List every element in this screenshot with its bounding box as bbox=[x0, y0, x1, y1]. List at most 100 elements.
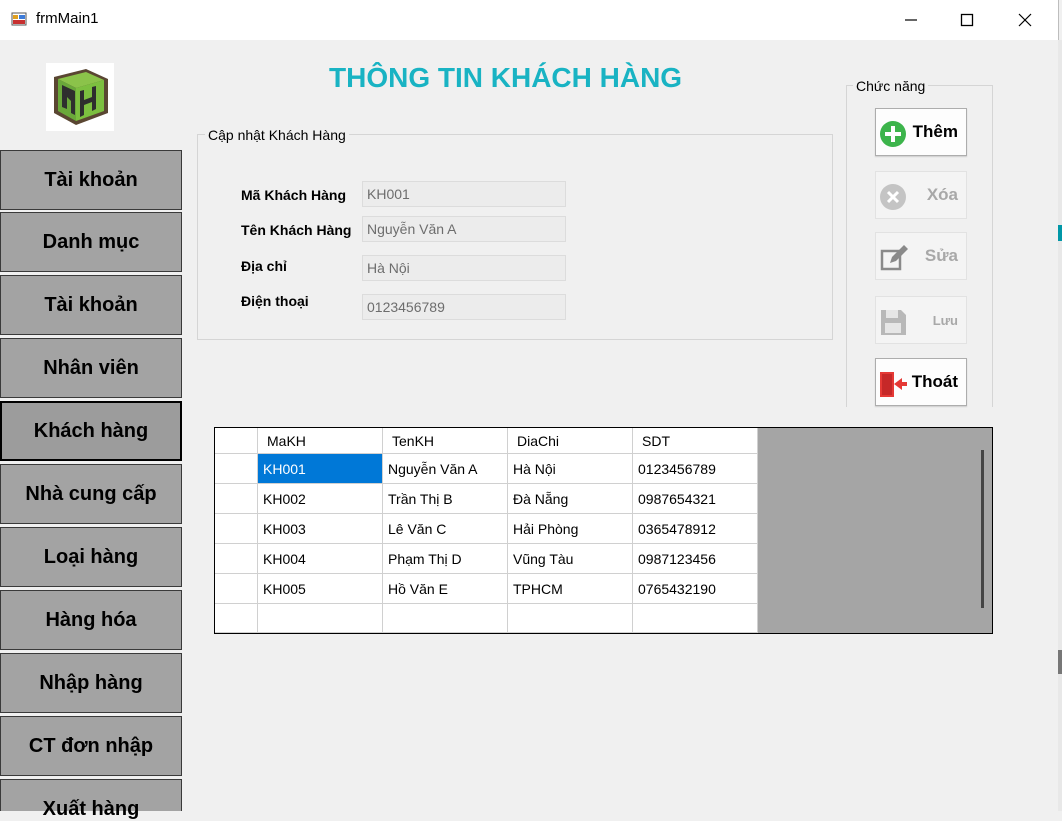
table-row[interactable]: KH001 Nguyễn Văn A Hà Nội 0123456789 bbox=[215, 454, 758, 484]
sidebar-item-tai-khoan[interactable]: Tài khoản bbox=[0, 150, 182, 210]
table-cell[interactable]: Lê Văn C bbox=[383, 514, 508, 544]
customer-name-label: Tên Khách Hàng bbox=[241, 222, 352, 238]
row-header[interactable] bbox=[215, 484, 258, 514]
row-header[interactable] bbox=[215, 544, 258, 574]
column-header-tenkh[interactable]: TenKH bbox=[383, 428, 508, 454]
exit-door-icon bbox=[880, 372, 907, 397]
delete-button[interactable]: Xóa bbox=[875, 171, 967, 219]
edit-icon bbox=[880, 245, 908, 271]
customer-name-field[interactable]: Nguyễn Văn A bbox=[362, 216, 566, 242]
plus-circle-icon bbox=[880, 121, 906, 147]
sidebar-item-label: Tài khoản bbox=[44, 168, 138, 191]
title-bar: frmMain1 bbox=[0, 0, 1059, 40]
address-label: Địa chỉ bbox=[241, 258, 287, 274]
sidebar-item-xuat-hang[interactable]: Xuất hàng bbox=[0, 779, 182, 820]
edit-button[interactable]: Sửa bbox=[875, 232, 967, 280]
logo bbox=[46, 63, 114, 131]
exit-button[interactable]: Thoát bbox=[875, 358, 967, 406]
table-cell[interactable] bbox=[508, 604, 633, 633]
sidebar-item-label: Danh mục bbox=[42, 230, 140, 253]
table-cell[interactable]: Hải Phòng bbox=[508, 514, 633, 544]
row-header[interactable] bbox=[215, 454, 258, 484]
column-header-diachi[interactable]: DiaChi bbox=[508, 428, 633, 454]
column-header-sdt[interactable]: SDT bbox=[633, 428, 758, 454]
logo-icon bbox=[54, 69, 108, 125]
table-cell[interactable]: Hà Nội bbox=[508, 454, 633, 484]
table-cell-selected[interactable]: KH001 bbox=[258, 454, 383, 484]
table-cell[interactable] bbox=[633, 604, 758, 633]
table-cell[interactable]: Đà Nẵng bbox=[508, 484, 633, 514]
table-row[interactable]: KH005 Hồ Văn E TPHCM 0765432190 bbox=[215, 574, 758, 604]
customer-id-label: Mã Khách Hàng bbox=[241, 187, 347, 203]
table-cell[interactable]: Phạm Thị D bbox=[383, 544, 508, 574]
sidebar-item-label: Hàng hóa bbox=[45, 608, 137, 631]
row-header-corner[interactable] bbox=[215, 428, 258, 454]
table-cell[interactable]: Trần Thị B bbox=[383, 484, 508, 514]
phone-field[interactable]: 0123456789 bbox=[362, 294, 566, 320]
sidebar-item-khach-hang[interactable]: Khách hàng bbox=[0, 401, 182, 461]
sidebar-item-label: Nhân viên bbox=[43, 356, 139, 379]
row-header[interactable] bbox=[215, 604, 258, 633]
table-cell[interactable] bbox=[383, 604, 508, 633]
table-cell[interactable]: 0987654321 bbox=[633, 484, 758, 514]
sidebar-item-label: Loại hàng bbox=[43, 545, 139, 568]
x-circle-icon bbox=[880, 184, 906, 210]
sidebar-item-nha-cung-cap[interactable]: Nhà cung cấp bbox=[0, 464, 182, 524]
background-window-mark bbox=[1058, 225, 1062, 241]
table-cell[interactable]: 0987123456 bbox=[633, 544, 758, 574]
page-title: THÔNG TIN KHÁCH HÀNG bbox=[329, 62, 683, 93]
sidebar-item-label: Tài khoản bbox=[44, 293, 138, 316]
table-cell[interactable]: TPHCM bbox=[508, 574, 633, 604]
customer-id-field[interactable]: KH001 bbox=[362, 181, 566, 207]
sidebar-item-label: Nhà cung cấp bbox=[25, 482, 157, 505]
close-icon bbox=[1018, 13, 1032, 27]
table-cell[interactable]: KH002 bbox=[258, 484, 383, 514]
sidebar-item-tai-khoan-2[interactable]: Tài khoản bbox=[0, 275, 182, 335]
table-cell[interactable]: KH004 bbox=[258, 544, 383, 574]
column-header-makh[interactable]: MaKH bbox=[258, 428, 383, 454]
app-icon bbox=[11, 12, 27, 26]
table-row[interactable]: KH004 Phạm Thị D Vũng Tàu 0987123456 bbox=[215, 544, 758, 574]
delete-button-label: Xóa bbox=[926, 185, 958, 204]
vertical-scrollbar[interactable] bbox=[981, 450, 984, 608]
add-button[interactable]: Thêm bbox=[875, 108, 967, 156]
table-cell[interactable]: KH005 bbox=[258, 574, 383, 604]
table-row[interactable]: KH003 Lê Văn C Hải Phòng 0365478912 bbox=[215, 514, 758, 544]
table-cell[interactable]: Nguyễn Văn A bbox=[383, 454, 508, 484]
save-icon bbox=[881, 310, 906, 335]
customer-grid[interactable]: MaKH TenKH DiaChi SDT KH001 Nguyễn Văn A… bbox=[214, 427, 993, 634]
minimize-button[interactable] bbox=[882, 0, 940, 40]
add-button-label: Thêm bbox=[912, 122, 958, 141]
table-cell[interactable]: Vũng Tàu bbox=[508, 544, 633, 574]
sidebar-item-ct-don-nhap[interactable]: CT đơn nhập bbox=[0, 716, 182, 776]
maximize-button[interactable] bbox=[938, 0, 996, 40]
row-header[interactable] bbox=[215, 514, 258, 544]
grid-header: MaKH TenKH DiaChi SDT bbox=[215, 428, 758, 454]
exit-button-label: Thoát bbox=[911, 372, 958, 391]
phone-label: Điện thoại bbox=[241, 293, 309, 309]
address-field[interactable]: Hà Nội bbox=[362, 255, 566, 281]
table-cell[interactable]: Hồ Văn E bbox=[383, 574, 508, 604]
table-row[interactable]: KH002 Trần Thị B Đà Nẵng 0987654321 bbox=[215, 484, 758, 514]
sidebar-item-label: Xuất hàng bbox=[42, 798, 140, 820]
background-window-edge bbox=[1058, 40, 1062, 811]
table-cell[interactable]: 0765432190 bbox=[633, 574, 758, 604]
table-row-new[interactable] bbox=[215, 604, 758, 633]
table-cell[interactable]: 0365478912 bbox=[633, 514, 758, 544]
sidebar-item-loai-hang[interactable]: Loại hàng bbox=[0, 527, 182, 587]
row-header[interactable] bbox=[215, 574, 258, 604]
save-button-label: Lưu bbox=[932, 312, 958, 328]
close-button[interactable] bbox=[996, 0, 1054, 40]
window-title: frmMain1 bbox=[36, 10, 99, 27]
table-cell[interactable]: KH003 bbox=[258, 514, 383, 544]
sidebar-item-label: CT đơn nhập bbox=[28, 734, 154, 757]
table-cell[interactable]: 0123456789 bbox=[633, 454, 758, 484]
sidebar-item-nhan-vien[interactable]: Nhân viên bbox=[0, 338, 182, 398]
edit-button-label: Sửa bbox=[924, 246, 958, 265]
sidebar-item-danh-muc[interactable]: Danh mục bbox=[0, 212, 182, 272]
sidebar-item-hang-hoa[interactable]: Hàng hóa bbox=[0, 590, 182, 650]
table-cell[interactable] bbox=[258, 604, 383, 633]
sidebar-item-nhap-hang[interactable]: Nhập hàng bbox=[0, 653, 182, 713]
sidebar-item-label: Khách hàng bbox=[33, 419, 149, 442]
save-button[interactable]: Lưu bbox=[875, 296, 967, 344]
